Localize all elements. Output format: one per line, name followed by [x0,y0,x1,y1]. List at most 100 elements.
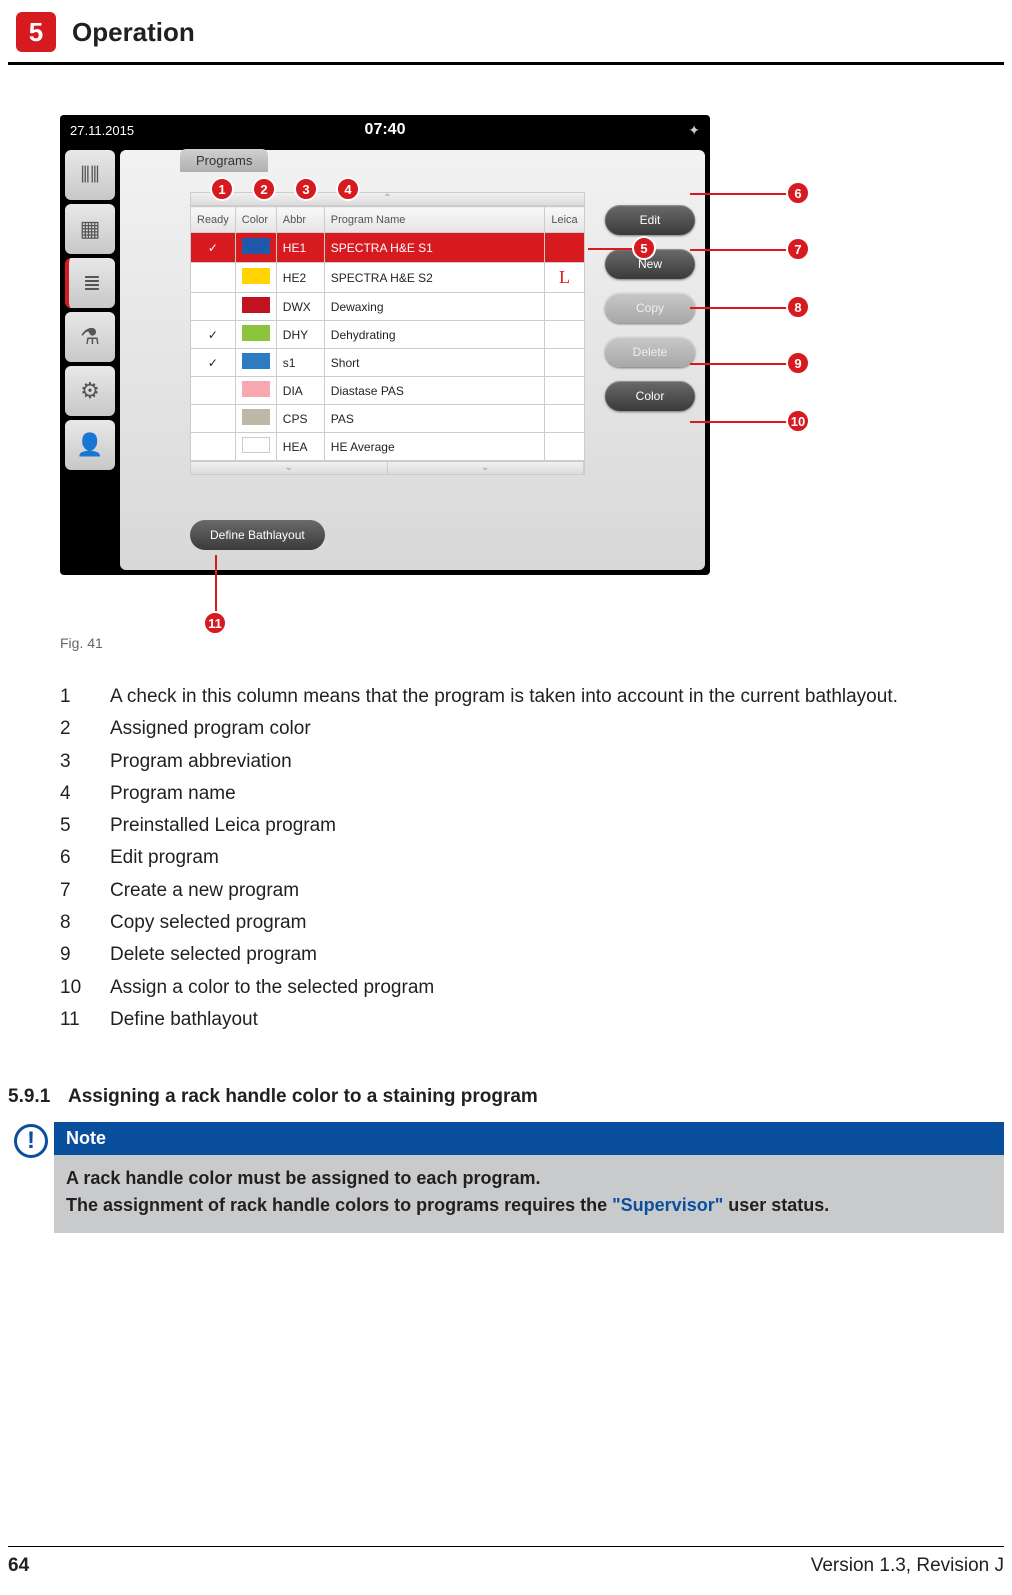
legend-num: 8 [60,907,110,939]
callout-1: 1 [210,177,234,201]
status-bar: 27.11.2015 07:40 ✦ [60,115,710,145]
legend-text: Program name [110,778,236,810]
table-row[interactable]: HEAHE Average [191,433,585,461]
note-text: A rack handle color must be assigned to … [54,1155,1004,1233]
col-color[interactable]: Color [235,207,276,233]
cell-color [235,405,276,433]
version-string: Version 1.3, Revision J [811,1555,1004,1577]
legend-row: 9Delete selected program [60,939,1012,971]
chapter-badge: 5 [16,12,56,52]
cell-abbr: HEA [276,433,324,461]
note-label: Note [54,1122,1004,1155]
note-line1: A rack handle color must be assigned to … [66,1165,992,1192]
note-line2: The assignment of rack handle colors to … [66,1192,992,1219]
legend-text: Create a new program [110,875,299,907]
define-bathlayout-button[interactable]: Define Bathlayout [190,520,325,550]
table-row[interactable]: ✓s1Short [191,349,585,377]
col-ready[interactable]: Ready [191,207,236,233]
legend-text: Program abbreviation [110,746,292,778]
sidebar-settings-icon[interactable]: ⚙ [65,366,115,416]
page-footer: 64 Version 1.3, Revision J [8,1546,1004,1577]
table-row[interactable]: DWXDewaxing [191,293,585,321]
table-row[interactable]: DIADiastase PAS [191,377,585,405]
cell-ready [191,293,236,321]
legend-text: Edit program [110,842,219,874]
legend-text: Define bathlayout [110,1004,258,1036]
legend-row: 1A check in this column means that the p… [60,681,1012,713]
lead-5 [588,248,638,250]
legend-row: 6Edit program [60,842,1012,874]
cell-abbr: HE1 [276,233,324,263]
legend-text: Assign a color to the selected program [110,972,434,1004]
page-number: 64 [8,1555,29,1577]
table-row[interactable]: CPSPAS [191,405,585,433]
legend-num: 4 [60,778,110,810]
cell-abbr: DIA [276,377,324,405]
cell-color [235,321,276,349]
sidebar-reagents-icon[interactable]: ⚗ [65,312,115,362]
section-title: Assigning a rack handle color to a stain… [68,1086,538,1108]
legend-row: 4Program name [60,778,1012,810]
legend-text: Preinstalled Leica program [110,810,336,842]
copy-button[interactable]: Copy [605,293,695,323]
cell-ready [191,263,236,293]
tab-programs[interactable]: Programs [180,149,268,172]
sidebar-layout-icon[interactable]: ▦ [65,204,115,254]
sidebar-programs-icon[interactable]: ≣ [65,258,115,308]
legend-row: 10Assign a color to the selected program [60,972,1012,1004]
legend-row: 8Copy selected program [60,907,1012,939]
page-header: 5 Operation [8,0,1004,65]
legend-row: 2Assigned program color [60,713,1012,745]
cell-leica: L [545,263,585,293]
legend-row: 5Preinstalled Leica program [60,810,1012,842]
cell-name: Short [324,349,544,377]
lead-6 [690,193,790,195]
callout-7: 7 [786,237,810,261]
col-abbr[interactable]: Abbr [276,207,324,233]
section-number: 5.9.1 [8,1086,68,1108]
cell-leica [545,293,585,321]
cell-leica [545,321,585,349]
legend-num: 7 [60,875,110,907]
legend-num: 3 [60,746,110,778]
cell-leica [545,405,585,433]
cell-name: Dewaxing [324,293,544,321]
col-name[interactable]: Program Name [324,207,544,233]
legend-row: 11Define bathlayout [60,1004,1012,1036]
callout-2: 2 [252,177,276,201]
callout-10: 10 [786,409,810,433]
lead-10 [690,421,790,423]
color-button[interactable]: Color [605,381,695,411]
scroll-down[interactable]: ⌄⌄ [190,461,585,475]
note-icon: ! [8,1122,54,1233]
col-leica[interactable]: Leica [545,207,585,233]
callout-legend: 1A check in this column means that the p… [60,681,1012,1036]
cell-abbr: HE2 [276,263,324,293]
cell-leica [545,377,585,405]
legend-num: 5 [60,810,110,842]
cell-leica [545,349,585,377]
callout-9: 9 [786,351,810,375]
cell-ready [191,377,236,405]
legend-row: 3Program abbreviation [60,746,1012,778]
cell-name: SPECTRA H&E S1 [324,233,544,263]
legend-num: 6 [60,842,110,874]
scroll-up[interactable]: ⌃ [190,192,585,206]
cell-leica [545,433,585,461]
sidebar-tubes-icon[interactable]: ⦀⦀ [65,150,115,200]
delete-button[interactable]: Delete [605,337,695,367]
table-row[interactable]: ✓HE1SPECTRA H&E S1L [191,233,585,263]
legend-num: 9 [60,939,110,971]
lead-9 [690,363,790,365]
table-row[interactable]: ✓DHYDehydrating [191,321,585,349]
cell-name: Dehydrating [324,321,544,349]
table-row[interactable]: HE2SPECTRA H&E S2L [191,263,585,293]
edit-button[interactable]: Edit [605,205,695,235]
legend-text: Delete selected program [110,939,317,971]
cell-ready: ✓ [191,233,236,263]
cell-abbr: DWX [276,293,324,321]
sidebar-user-icon[interactable]: 👤 [65,420,115,470]
legend-text: A check in this column means that the pr… [110,681,898,713]
cell-abbr: DHY [276,321,324,349]
callout-6: 6 [786,181,810,205]
